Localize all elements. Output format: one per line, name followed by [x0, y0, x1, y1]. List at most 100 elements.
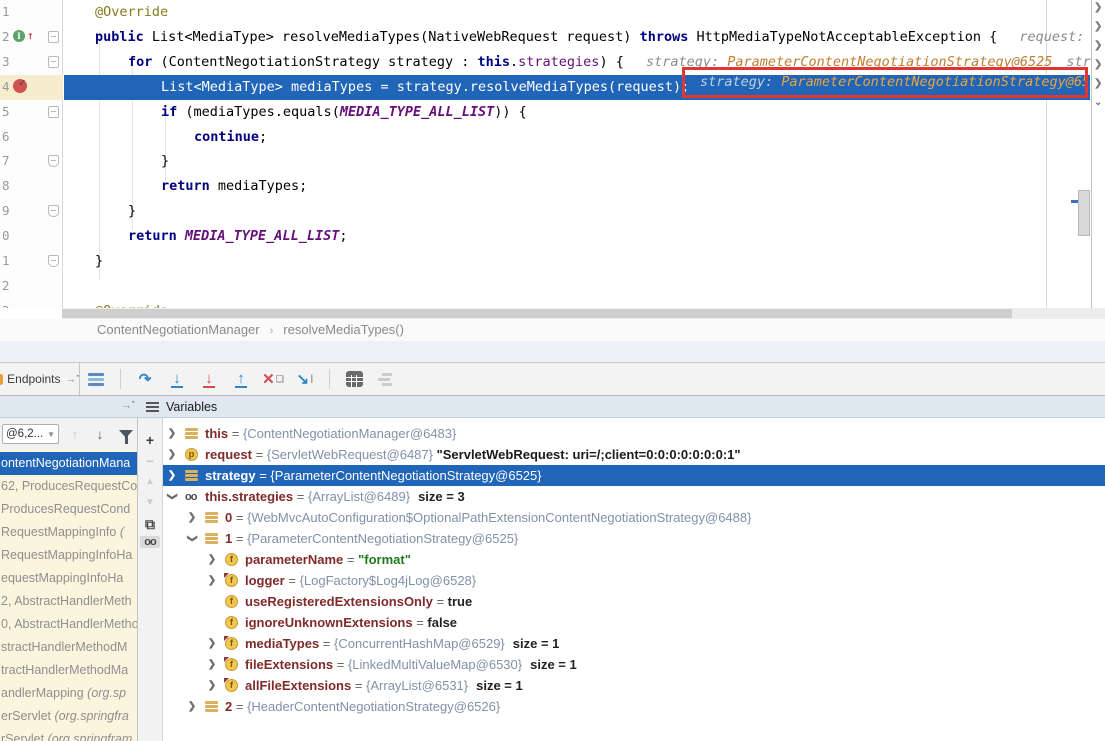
frame-package: (: [120, 525, 124, 539]
expand-chevron-icon[interactable]: ❯: [1094, 59, 1102, 70]
variable-row[interactable]: ❯prequest = {ServletWebRequest@6487} "Se…: [163, 444, 1105, 465]
variables-tree[interactable]: ❯this = {ContentNegotiationManager@6483}…: [163, 418, 1105, 741]
frames-list[interactable]: ontentNegotiationMana 62, ProducesRequest…: [0, 450, 137, 741]
variable-row[interactable]: ❯ffileExtensions = {LinkedMultiValueMap@…: [163, 654, 1105, 675]
move-up-icon[interactable]: ▲: [138, 476, 162, 487]
tree-chevron-icon[interactable]: ❯: [187, 696, 197, 717]
expand-chevron-icon[interactable]: ❯: [1094, 21, 1102, 32]
step-out-icon[interactable]: ↑: [231, 369, 251, 389]
code-editor[interactable]: @Overridepublic List<MediaType> resolveM…: [0, 0, 1105, 308]
expand-chevron-icon[interactable]: ❯: [1094, 2, 1102, 13]
tree-chevron-icon[interactable]: ❯: [207, 675, 217, 696]
variable-row[interactable]: fignoreUnknownExtensions = false: [163, 612, 1105, 633]
stack-frame-row[interactable]: erServlet (org.springfra: [0, 705, 137, 728]
tree-chevron-icon[interactable]: ❯: [207, 570, 217, 591]
stack-frame-row[interactable]: RequestMappingInfo (: [0, 521, 137, 544]
equals-sign: =: [293, 489, 308, 504]
override-marker-icon[interactable]: I: [13, 30, 25, 42]
variable-row[interactable]: fuseRegisteredExtensionsOnly = true: [163, 591, 1105, 612]
frame-down-icon[interactable]: ↓: [91, 426, 109, 442]
variable-row[interactable]: ❯oothis.strategies = {ArrayList@6489}siz…: [163, 486, 1105, 507]
fold-marker-icon[interactable]: –: [48, 255, 59, 267]
tree-chevron-icon[interactable]: ❯: [207, 654, 217, 675]
stack-frame-row[interactable]: 2, AbstractHandlerMeth: [0, 590, 137, 613]
variable-row[interactable]: ❯fmediaTypes = {ConcurrentHashMap@6529}s…: [163, 633, 1105, 654]
variable-text: mediaTypes = {ConcurrentHashMap@6529}siz…: [245, 633, 559, 654]
fold-marker-icon[interactable]: –: [48, 155, 59, 167]
stack-frame-row[interactable]: tractHandlerMethodMa: [0, 659, 137, 682]
variable-row[interactable]: ❯flogger = {LogFactory$Log4jLog@6528}: [163, 570, 1105, 591]
watch-icon: oo: [185, 487, 198, 500]
editor-vertical-scrollbar[interactable]: [1078, 190, 1090, 236]
filter-funnel-icon[interactable]: [119, 430, 133, 438]
breadcrumb-method[interactable]: resolveMediaTypes(): [283, 322, 404, 337]
expand-chevron-icon[interactable]: ⌄: [1094, 97, 1102, 108]
variable-row[interactable]: ❯1 = {ParameterContentNegotiationStrateg…: [163, 528, 1105, 549]
variable-row[interactable]: ❯this = {ContentNegotiationManager@6483}: [163, 423, 1105, 444]
step-over-icon[interactable]: ↷: [135, 369, 155, 389]
drop-frame-icon[interactable]: ✕❏: [263, 369, 283, 389]
variable-text: 0 = {WebMvcAutoConfiguration$OptionalPat…: [225, 507, 751, 528]
tree-chevron-icon[interactable]: ❯: [167, 465, 177, 486]
stack-frame-row[interactable]: RequestMappingInfoHa: [0, 544, 137, 567]
tree-chevron-icon[interactable]: ❯: [167, 423, 177, 444]
variable-row[interactable]: ❯fparameterName = "format": [163, 549, 1105, 570]
variable-name: this.strategies: [205, 489, 293, 504]
show-watches-icon[interactable]: oo: [140, 536, 160, 548]
value-icon: [185, 427, 198, 440]
fold-marker-icon[interactable]: –: [48, 31, 59, 43]
gutter-row: 1–: [0, 249, 63, 274]
equals-sign: =: [433, 594, 448, 609]
fold-marker-icon[interactable]: –: [48, 106, 59, 118]
stack-frame-row[interactable]: ontentNegotiationMana: [0, 452, 137, 475]
run-to-cursor-icon[interactable]: ↘I: [295, 369, 315, 389]
code-text: if (mediaTypes.equals(MEDIA_TYPE_ALL_LIS…: [161, 100, 527, 125]
remove-watch-icon[interactable]: –: [138, 452, 162, 468]
editor-right-strip[interactable]: ❯ ❯ ❯ ❯ ❯ ⌄: [1091, 0, 1105, 319]
editor-horizontal-scrollbar[interactable]: [62, 308, 1105, 319]
variables-menu-icon[interactable]: [146, 402, 159, 412]
breadcrumb-class[interactable]: ContentNegotiationManager: [97, 322, 260, 337]
stack-frame-row[interactable]: 0, AbstractHandlerMetho: [0, 613, 137, 636]
stack-frame-row[interactable]: 62, ProducesRequestCo: [0, 475, 137, 498]
stack-frame-row[interactable]: stractHandlerMethodM: [0, 636, 137, 659]
hscroll-thumb[interactable]: [62, 309, 1012, 318]
variable-row[interactable]: ❯strategy = {ParameterContentNegotiation…: [163, 465, 1105, 486]
tab-endpoints[interactable]: Endpoints →▪: [0, 363, 80, 395]
fold-marker-icon[interactable]: –: [48, 205, 59, 217]
tree-chevron-icon[interactable]: ❯: [207, 549, 217, 570]
variable-row[interactable]: ❯2 = {HeaderContentNegotiationStrategy@6…: [163, 696, 1105, 717]
line-number: 6: [2, 129, 10, 144]
tree-chevron-icon[interactable]: ❯: [182, 534, 203, 544]
stack-frame-row[interactable]: andlerMapping (org.sp: [0, 682, 137, 705]
tree-chevron-icon[interactable]: ❯: [207, 633, 217, 654]
code-segment: }: [95, 253, 103, 269]
thread-selector-combo[interactable]: @6,2... ▼: [2, 424, 59, 444]
expand-chevron-icon[interactable]: ❯: [1094, 78, 1102, 89]
frames-pin-icon[interactable]: →▪: [121, 399, 134, 412]
step-into-icon[interactable]: ↓: [167, 369, 187, 389]
stack-frame-row[interactable]: rServlet (org.springfram: [0, 728, 137, 741]
frame-up-icon[interactable]: ↑: [66, 426, 84, 442]
threads-menu-icon[interactable]: [86, 369, 106, 389]
variable-row[interactable]: ❯ 0 = {WebMvcAutoConfiguration$OptionalPa…: [163, 507, 1105, 528]
variable-row[interactable]: ❯fallFileExtensions = {ArrayList@6531}si…: [163, 675, 1105, 696]
variable-value: {ArrayList@6489}: [308, 489, 410, 504]
stack-frame-row[interactable]: equestMappingInfoHa: [0, 567, 137, 590]
duplicate-icon[interactable]: ⧉: [138, 516, 162, 533]
force-step-into-icon[interactable]: ↓: [199, 369, 219, 389]
code-segment: ;: [259, 129, 267, 145]
fold-marker-icon[interactable]: –: [48, 56, 59, 68]
stack-frame-row[interactable]: ProducesRequestCond: [0, 498, 137, 521]
frame-text: RequestMappingInfo: [1, 525, 120, 539]
stream-chain-icon[interactable]: [376, 369, 396, 389]
add-watch-icon[interactable]: +: [138, 432, 162, 448]
editor-gutter[interactable]: 12–I↑3–4✓5–67–89–01–23: [0, 0, 63, 308]
evaluate-expression-icon[interactable]: [344, 369, 364, 389]
expand-chevron-icon[interactable]: ❯: [1094, 40, 1102, 51]
tree-chevron-icon[interactable]: ❯: [167, 444, 177, 465]
tree-chevron-icon[interactable]: ❯: [187, 507, 197, 528]
move-down-icon[interactable]: ▼: [138, 497, 162, 508]
tree-chevron-icon[interactable]: ❯: [163, 492, 183, 502]
frame-text: 62, ProducesRequestCo: [1, 479, 137, 493]
